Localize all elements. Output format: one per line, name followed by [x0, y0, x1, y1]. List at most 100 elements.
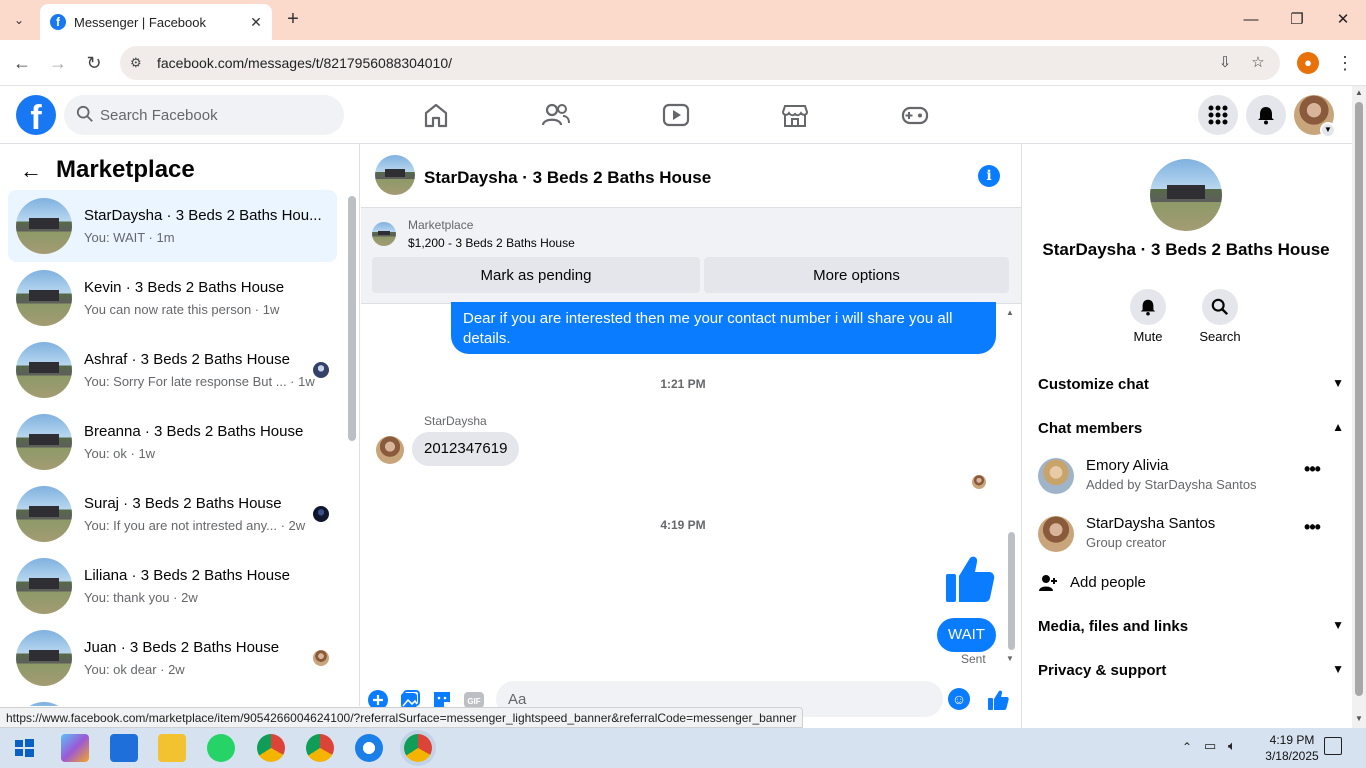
- mute-button[interactable]: [1130, 289, 1166, 325]
- tab-title: Messenger | Facebook: [74, 14, 206, 30]
- scroll-up-arrow-icon[interactable]: ▲: [1006, 308, 1014, 317]
- conversation-item[interactable]: Liliana · 3 Beds 2 Baths House You: than…: [8, 550, 337, 622]
- back-arrow-icon[interactable]: ←: [20, 159, 44, 183]
- whatsapp-icon[interactable]: [207, 734, 235, 762]
- site-info-icon[interactable]: ⚙: [130, 55, 146, 71]
- scroll-down-arrow-icon[interactable]: ▼: [1355, 714, 1363, 723]
- conversation-item[interactable]: Juan · 3 Beds 2 Baths House You: ok dear…: [8, 622, 337, 694]
- info-icon[interactable]: i: [978, 165, 1000, 187]
- customize-chat-row[interactable]: Customize chat ▼: [1038, 376, 1344, 400]
- clock-time: 4:19 PM: [1269, 733, 1315, 747]
- media-files-links-row[interactable]: Media, files and links ▼: [1038, 618, 1344, 642]
- minimize-window-icon[interactable]: —: [1236, 8, 1266, 32]
- media-files-links-label: Media, files and links: [1038, 618, 1189, 635]
- browser-profile-icon[interactable]: ●: [1297, 52, 1319, 74]
- listing-thumbnail[interactable]: [372, 222, 396, 246]
- windows-start-icon[interactable]: [10, 734, 38, 762]
- emoji-icon[interactable]: ☺: [948, 688, 970, 710]
- chrome-active-icon[interactable]: [404, 734, 432, 762]
- listing-thumbnail: [16, 342, 72, 398]
- conversation-item[interactable]: Kevin · 3 Beds 2 Baths House You can now…: [8, 262, 337, 334]
- member-item[interactable]: Emory Alivia Added by StarDaysha Santos …: [1038, 453, 1338, 501]
- forward-arrow-icon[interactable]: →: [46, 51, 70, 75]
- bookmark-star-icon[interactable]: ☆: [1248, 53, 1268, 73]
- scroll-down-arrow-icon[interactable]: ▼: [1006, 654, 1014, 663]
- marketplace-icon[interactable]: [780, 100, 810, 130]
- member-description: Group creator: [1086, 535, 1167, 550]
- browser-menu-kebab-icon[interactable]: ⋮: [1336, 52, 1354, 74]
- file-explorer-icon[interactable]: [158, 734, 186, 762]
- member-avatar: [1038, 458, 1074, 494]
- clock-date: 3/18/2025: [1265, 749, 1319, 763]
- facebook-search-box[interactable]: [64, 95, 344, 135]
- close-window-icon[interactable]: ✕: [1328, 8, 1358, 32]
- privacy-support-row[interactable]: Privacy & support ▼: [1038, 662, 1344, 686]
- chat-members-row[interactable]: Chat members ▲: [1038, 420, 1344, 444]
- listing-title[interactable]: $1,200 - 3 Beds 2 Baths House: [408, 236, 575, 250]
- search-in-chat-button[interactable]: [1202, 289, 1238, 325]
- close-tab-icon[interactable]: ✕: [246, 14, 266, 31]
- conversation-item[interactable]: Ashraf · 3 Beds 2 Baths House You: Sorry…: [8, 334, 337, 406]
- menu-grid-button[interactable]: [1198, 95, 1238, 135]
- home-icon[interactable]: [421, 100, 451, 130]
- chat-avatar-large[interactable]: [1150, 159, 1222, 231]
- chat-title[interactable]: StarDaysha · 3 Beds 2 Baths House: [424, 168, 711, 188]
- restore-window-icon[interactable]: ❐: [1282, 8, 1312, 32]
- address-url[interactable]: facebook.com/messages/t/8217956088304010…: [157, 55, 452, 71]
- chat-avatar[interactable]: [375, 155, 415, 195]
- back-arrow-icon[interactable]: ←: [10, 51, 34, 75]
- conversation-item[interactable]: [8, 694, 337, 706]
- microsoft-store-icon[interactable]: [110, 734, 138, 762]
- conversation-name: Juan · 3 Beds 2 Baths House: [84, 639, 280, 656]
- search-input[interactable]: [100, 95, 336, 135]
- conversation-item[interactable]: Breanna · 3 Beds 2 Baths House You: ok ·…: [8, 406, 337, 478]
- chat-members-label: Chat members: [1038, 420, 1143, 437]
- more-options-dots-icon[interactable]: •••: [1300, 459, 1324, 483]
- tray-chevron-up-icon[interactable]: ⌃: [1182, 740, 1192, 754]
- copilot-icon[interactable]: [61, 734, 89, 762]
- more-options-button[interactable]: More options: [704, 257, 1009, 293]
- browser-tab-bar: ⌄ f Messenger | Facebook ✕ + — ❐ ✕: [0, 0, 1366, 40]
- conversation-item[interactable]: Suraj · 3 Beds 2 Baths House You: If you…: [8, 478, 337, 550]
- page-scrollbar[interactable]: ▲ ▼: [1352, 86, 1366, 728]
- address-bar[interactable]: ⚙ facebook.com/messages/t/82179560883040…: [120, 46, 1280, 80]
- new-tab-plus-icon[interactable]: +: [282, 9, 304, 31]
- chat-scrollbar[interactable]: [1008, 532, 1015, 650]
- more-options-dots-icon[interactable]: •••: [1300, 517, 1324, 541]
- conversation-name: Breanna · 3 Beds 2 Baths House: [84, 423, 304, 440]
- add-people-button[interactable]: Add people: [1038, 571, 1238, 595]
- gaming-icon[interactable]: [900, 100, 930, 130]
- browser-tab-messenger[interactable]: f Messenger | Facebook ✕: [40, 4, 272, 40]
- panel-title: Marketplace: [56, 156, 195, 183]
- read-receipt-avatar: [972, 475, 986, 489]
- page-scrollbar-thumb[interactable]: [1355, 102, 1363, 696]
- chrome-icon[interactable]: [306, 734, 334, 762]
- install-app-icon[interactable]: ⇩: [1215, 53, 1235, 73]
- reload-icon[interactable]: ↻: [82, 51, 106, 75]
- outgoing-message: WAIT: [937, 618, 996, 652]
- member-name: Emory Alivia: [1086, 457, 1169, 474]
- volume-icon[interactable]: 🔈︎: [1228, 738, 1236, 754]
- thumbs-up-send-icon[interactable]: [987, 689, 1009, 711]
- sender-avatar[interactable]: [376, 436, 404, 464]
- app-icon[interactable]: [355, 734, 383, 762]
- chat-details-panel: StarDaysha · 3 Beds 2 Baths House Mute S…: [1022, 144, 1352, 728]
- conversations-scrollbar[interactable]: [348, 196, 356, 441]
- tab-search-chevron-icon[interactable]: ⌄: [8, 9, 30, 31]
- chrome-icon[interactable]: [257, 734, 285, 762]
- conversation-item[interactable]: StarDaysha · 3 Beds 2 Baths Hou... You: …: [8, 190, 337, 262]
- notifications-button[interactable]: [1246, 95, 1286, 135]
- network-icon[interactable]: ▭: [1204, 738, 1216, 754]
- notification-center-icon[interactable]: [1324, 737, 1342, 755]
- member-item[interactable]: StarDaysha Santos Group creator •••: [1038, 511, 1338, 559]
- facebook-logo-icon[interactable]: f: [16, 95, 56, 135]
- friends-icon[interactable]: [541, 100, 571, 130]
- account-chevron-down-icon[interactable]: ▼: [1320, 122, 1336, 138]
- mark-as-pending-button[interactable]: Mark as pending: [372, 257, 700, 293]
- scroll-up-arrow-icon[interactable]: ▲: [1355, 88, 1363, 97]
- svg-text:GIF: GIF: [467, 697, 480, 706]
- video-icon[interactable]: [661, 100, 691, 130]
- clock[interactable]: 4:19 PM 3/18/2025: [1262, 732, 1322, 764]
- seen-avatar: [313, 506, 329, 522]
- chevron-down-icon: ▼: [1332, 662, 1344, 676]
